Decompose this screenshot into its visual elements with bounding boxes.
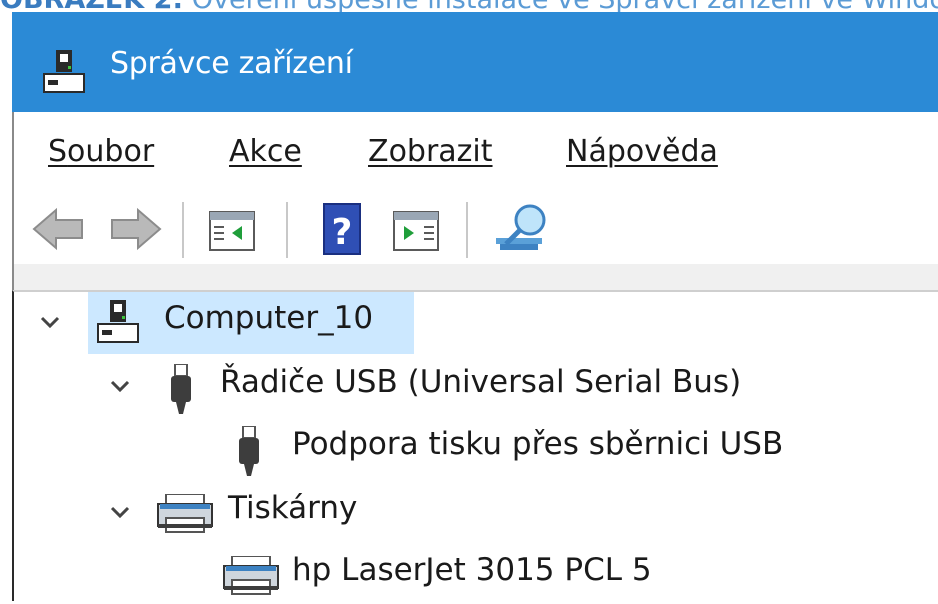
device-tree: Computer_10 Řadiče USB (Universal Serial… [12, 290, 938, 601]
show-action-pane-icon[interactable] [388, 200, 446, 258]
tree-node-label: Podpora tisku přes sběrnici USB [292, 426, 784, 462]
scan-hardware-changes-icon[interactable] [492, 200, 556, 258]
menu-zobrazit[interactable]: Zobrazit [368, 134, 493, 169]
tree-node-label: Řadiče USB (Universal Serial Bus) [220, 364, 742, 400]
toolbar-separator [286, 202, 288, 258]
menu-bar: Soubor Akce Zobrazit Nápověda [12, 112, 938, 196]
usb-connector-icon [171, 364, 191, 414]
printer-icon [223, 556, 279, 595]
tree-node-usb-controllers[interactable]: Řadiče USB (Universal Serial Bus) [14, 356, 934, 416]
toolbar-divider [12, 264, 938, 292]
menu-napoveda[interactable]: Nápověda [566, 134, 718, 169]
usb-connector-icon [239, 426, 259, 476]
printer-icon [157, 494, 213, 533]
back-arrow-icon[interactable] [30, 200, 88, 258]
show-hide-console-tree-icon[interactable] [204, 200, 262, 258]
toolbar-separator [466, 202, 468, 258]
chevron-down-icon[interactable] [110, 380, 130, 394]
tree-node-hp-laserjet[interactable]: hp LaserJet 3015 PCL 5 [14, 544, 714, 604]
svg-text:?: ? [332, 212, 353, 253]
tree-node-label: hp LaserJet 3015 PCL 5 [292, 552, 652, 588]
tree-node-root[interactable]: Computer_10 [14, 292, 514, 354]
toolbar-separator [182, 202, 184, 258]
chevron-down-icon[interactable] [40, 316, 60, 330]
tree-node-printers[interactable]: Tiskárny [14, 482, 614, 542]
window-titlebar[interactable]: Správce zařízení [12, 12, 938, 112]
toolbar: ? [12, 196, 938, 264]
help-icon[interactable]: ? [314, 200, 372, 258]
computer-icon [43, 50, 85, 93]
tree-node-label: Computer_10 [164, 300, 374, 336]
tree-node-label: Tiskárny [228, 490, 358, 526]
menu-soubor[interactable]: Soubor [48, 134, 154, 169]
computer-icon [97, 300, 139, 343]
forward-arrow-icon[interactable] [106, 200, 164, 258]
window-title: Správce zařízení [110, 46, 353, 81]
menu-akce[interactable]: Akce [229, 134, 302, 169]
tree-node-usb-print-support[interactable]: Podpora tisku přes sběrnici USB [14, 418, 934, 478]
chevron-down-icon[interactable] [110, 506, 130, 520]
